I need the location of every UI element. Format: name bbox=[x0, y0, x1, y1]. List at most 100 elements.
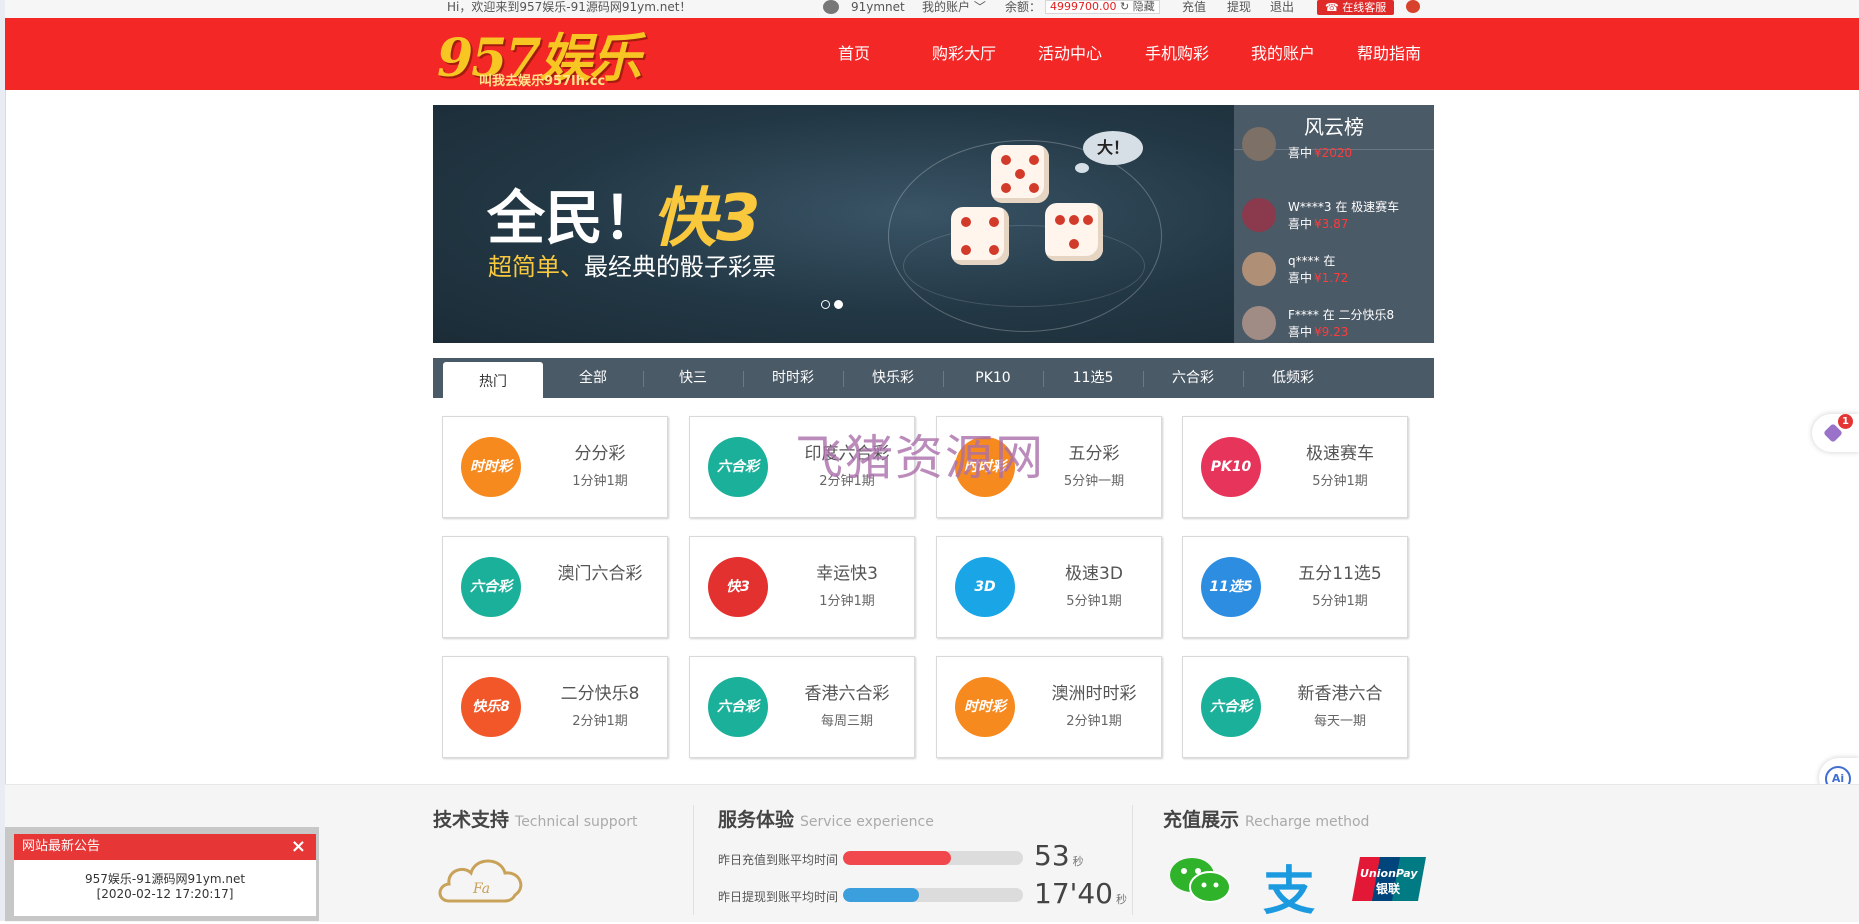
promo-banner[interactable]: 全民！ 快3 超简单、最经典的骰子彩票 大！ bbox=[433, 105, 1234, 343]
ranking-entry: F**** 在 二分快乐8 喜中 ¥9.23 bbox=[1242, 300, 1432, 343]
game-card[interactable]: PK10 极速赛车 5分钟1期 bbox=[1182, 416, 1408, 518]
ranking-user-line: q**** 在 bbox=[1288, 254, 1336, 268]
banner-subtitle-accent: 超简单、 bbox=[488, 253, 584, 281]
nav-home[interactable]: 首页 bbox=[838, 18, 870, 90]
withdraw-link[interactable]: 提现 bbox=[1227, 0, 1251, 14]
game-frequency: 每周三期 bbox=[820, 714, 873, 729]
game-name: 澳门六合彩 bbox=[557, 564, 643, 584]
notice-title: 网站最新公告 bbox=[22, 839, 101, 854]
tab-low-frequency[interactable]: 低频彩 bbox=[1243, 358, 1343, 398]
greeting-text: Hi，欢迎来到957娱乐-91源码网91ym.net！ bbox=[447, 0, 692, 14]
game-logo-icon: 快3 bbox=[708, 557, 768, 617]
tab-k3[interactable]: 快三 bbox=[643, 358, 743, 398]
ranking-win-line: 喜中 ¥9.23 bbox=[1288, 325, 1349, 339]
ranking-user-line: F**** 在 二分快乐8 bbox=[1288, 308, 1395, 322]
notice-line: 957娱乐-91源码网91ym.net bbox=[84, 872, 246, 886]
carousel-dot-2[interactable] bbox=[834, 300, 843, 309]
game-name: 五分11选5 bbox=[1298, 564, 1382, 584]
game-frequency: 1分钟1期 bbox=[572, 474, 628, 489]
dice-icon bbox=[951, 207, 1009, 265]
nav-lottery-hall[interactable]: 购彩大厅 bbox=[932, 18, 996, 90]
ranking-entry: W****3 在 极速赛车 喜中 ¥3.87 bbox=[1242, 192, 1432, 236]
nav-activity-center[interactable]: 活动中心 bbox=[1038, 18, 1102, 90]
tab-hot[interactable]: 热门 bbox=[443, 362, 543, 398]
game-card[interactable]: 11选5 五分11选5 5分钟1期 bbox=[1182, 536, 1408, 638]
online-service-button[interactable]: ☎ 在线客服 bbox=[1317, 0, 1395, 15]
tech-support-title: 技术支持 Technical support bbox=[433, 809, 638, 831]
refresh-icon[interactable]: ↻ bbox=[1120, 0, 1129, 13]
game-card[interactable]: 六合彩 新香港六合每天一期 bbox=[1182, 656, 1408, 758]
unionpay-cn-text: 银联 bbox=[1376, 881, 1400, 896]
window-edge bbox=[0, 0, 6, 921]
ranking-win-line: 喜中 ¥3.87 bbox=[1288, 217, 1349, 231]
avatar bbox=[1242, 198, 1276, 232]
avatar bbox=[1242, 306, 1276, 340]
user-avatar[interactable] bbox=[823, 0, 839, 14]
game-card[interactable]: 六合彩 澳门六合彩 bbox=[442, 536, 668, 638]
carousel-dot-1[interactable] bbox=[821, 300, 830, 309]
username[interactable]: 91ymnet bbox=[851, 0, 905, 14]
recharge-method-title: 充值展示 Recharge method bbox=[1163, 809, 1370, 831]
unionpay-icon[interactable]: UnionPay 银联 bbox=[1352, 855, 1426, 903]
game-frequency: 2分钟1期 bbox=[1066, 714, 1122, 729]
speech-bubble-tail bbox=[1075, 163, 1089, 173]
hide-balance-link[interactable]: 隐藏 bbox=[1133, 0, 1155, 13]
game-frequency: 5分钟1期 bbox=[1312, 594, 1368, 609]
balance-value: 4999700.00 bbox=[1050, 0, 1117, 13]
game-card[interactable]: 六合彩 香港六合彩 每周三期 bbox=[689, 656, 915, 758]
game-logo-icon: 六合彩 bbox=[708, 437, 768, 497]
notification-badge: 1 bbox=[1838, 414, 1853, 429]
carousel-dots bbox=[821, 294, 847, 313]
recharge-time-value: 53 秒 bbox=[1034, 839, 1084, 872]
game-card[interactable]: 快3 幸运快3 1分钟1期 bbox=[689, 536, 915, 638]
account-menu[interactable]: 我的账户 ﹀ bbox=[922, 0, 986, 14]
game-frequency: 每天一期 bbox=[1313, 714, 1366, 729]
tab-kuaile[interactable]: 快乐彩 bbox=[843, 358, 943, 398]
notice-body[interactable]: 957娱乐-91源码网91ym.net [2020-02-12 17:20:17… bbox=[14, 860, 316, 916]
game-frequency: 1分钟1期 bbox=[819, 594, 875, 609]
dice-icon bbox=[1045, 203, 1103, 261]
wechat-pay-icon[interactable] bbox=[1168, 855, 1232, 905]
top-bar: Hi，欢迎来到957娱乐-91源码网91ym.net！ 91ymnet 我的账户… bbox=[5, 0, 1859, 18]
withdraw-time-fill bbox=[843, 888, 919, 902]
alipay-icon[interactable]: 支 bbox=[1263, 849, 1315, 924]
game-card[interactable]: 时时彩 分分彩 1分钟1期 bbox=[442, 416, 668, 518]
nav-mobile-lottery[interactable]: 手机购彩 bbox=[1145, 18, 1209, 90]
balance-box: 4999700.00 ↻ 隐藏 bbox=[1045, 0, 1160, 14]
tab-11x5[interactable]: 11选5 bbox=[1043, 358, 1143, 398]
recharge-time-bar bbox=[843, 851, 1023, 865]
tab-pk10[interactable]: PK10 bbox=[943, 358, 1043, 398]
tab-liuhecai[interactable]: 六合彩 bbox=[1143, 358, 1243, 398]
logout-link[interactable]: 退出 bbox=[1270, 0, 1294, 14]
close-icon[interactable]: × bbox=[291, 834, 306, 860]
ranking-win-line: 喜中 ¥1.72 bbox=[1288, 271, 1349, 285]
notice-header: 网站最新公告 × bbox=[14, 834, 316, 860]
recharge-link[interactable]: 充值 bbox=[1182, 0, 1206, 14]
tab-all[interactable]: 全部 bbox=[543, 358, 643, 398]
nav-help[interactable]: 帮助指南 bbox=[1357, 18, 1421, 90]
online-service-label: 在线客服 bbox=[1342, 1, 1387, 14]
game-logo-icon: 六合彩 bbox=[1201, 677, 1261, 737]
service-experience-title: 服务体验 Service experience bbox=[718, 809, 934, 831]
tab-ssc[interactable]: 时时彩 bbox=[743, 358, 843, 398]
nav-my-account[interactable]: 我的账户 bbox=[1251, 18, 1315, 90]
balance-label: 余额： bbox=[1005, 0, 1042, 14]
game-logo-icon: 快乐8 bbox=[461, 677, 521, 737]
recharge-time-fill bbox=[843, 851, 951, 865]
game-name: 香港六合彩 bbox=[804, 684, 890, 704]
game-name: 幸运快3 bbox=[816, 564, 878, 584]
ranking-entry: 喜中 ¥2020 bbox=[1242, 127, 1432, 187]
notice-popup: 网站最新公告 × 957娱乐-91源码网91ym.net [2020-02-12… bbox=[5, 827, 319, 921]
game-frequency: 5分钟一期 bbox=[1063, 474, 1125, 489]
site-logo[interactable]: 957娱乐 叫我去娱乐957lh.cc bbox=[437, 22, 642, 89]
side-notification-widget[interactable]: 1 bbox=[1812, 414, 1859, 452]
avatar bbox=[1242, 252, 1276, 286]
game-card[interactable]: 3D 极速3D 5分钟1期 bbox=[936, 536, 1162, 638]
game-card[interactable]: 快乐8 二分快乐8 2分钟1期 bbox=[442, 656, 668, 758]
header: 957娱乐 叫我去娱乐957lh.cc 首页 购彩大厅 活动中心 手机购彩 我的… bbox=[5, 18, 1859, 90]
game-name: 新香港六合 bbox=[1297, 684, 1383, 704]
headset-icon: ☎ bbox=[1325, 1, 1343, 14]
game-name: 极速3D bbox=[1065, 564, 1123, 584]
game-card[interactable]: 时时彩 澳洲时时彩 2分钟1期 bbox=[936, 656, 1162, 758]
ranking-entry: q**** 在 喜中 ¥1.72 bbox=[1242, 246, 1432, 290]
